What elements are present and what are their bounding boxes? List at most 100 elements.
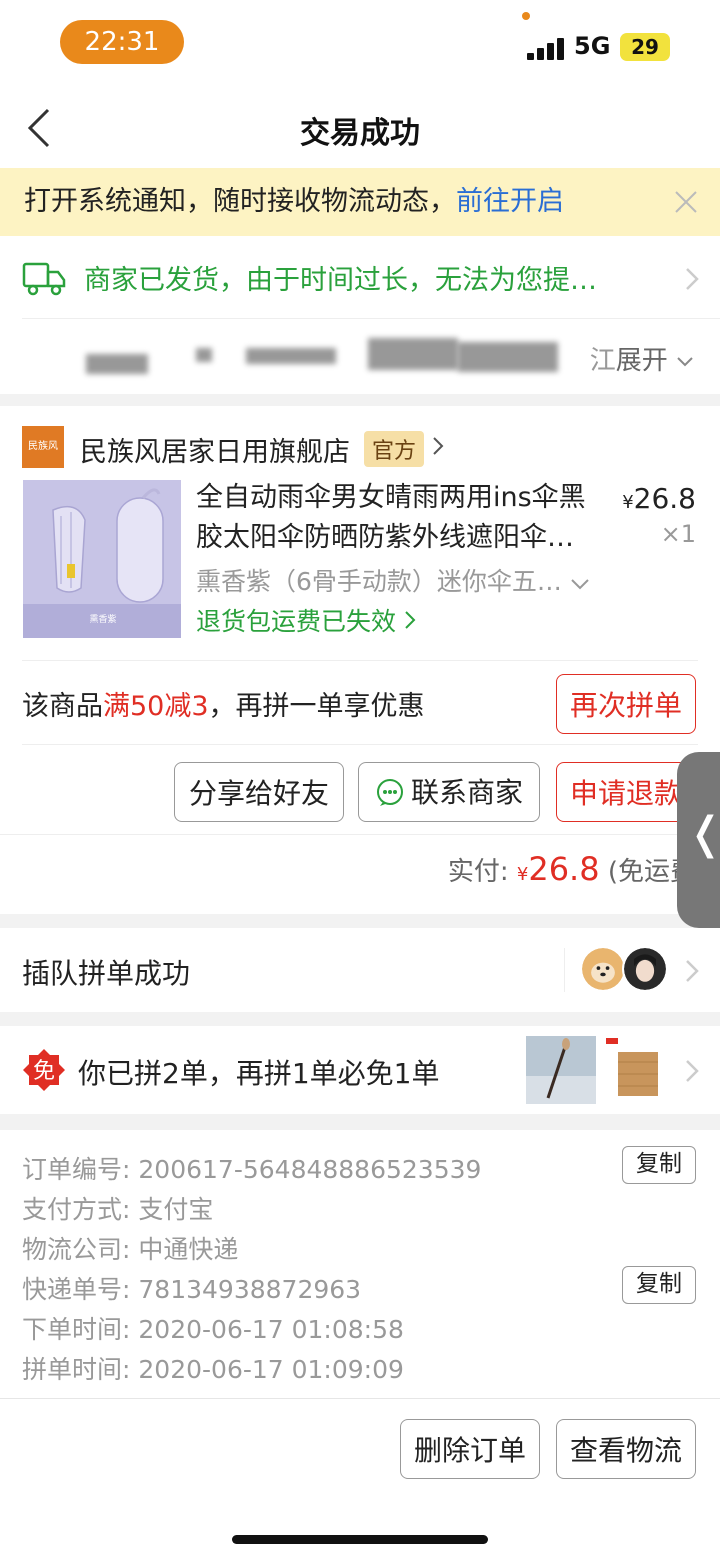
paid-currency: ¥ bbox=[516, 864, 529, 885]
order-number-row: 订单编号: 200617-564848886523539 bbox=[22, 1150, 481, 1186]
chevron-right-icon bbox=[686, 268, 699, 290]
regroup-button[interactable]: 再次拼单 bbox=[556, 674, 696, 734]
product-image-caption: 熏香紫 bbox=[89, 614, 116, 625]
signal-icon bbox=[527, 38, 567, 60]
divider bbox=[22, 318, 720, 319]
official-badge: 官方 bbox=[364, 431, 425, 467]
address-suffix: 江 bbox=[589, 346, 616, 376]
floating-side-handle[interactable]: ❬ bbox=[677, 752, 720, 928]
status-bar: 22:31 5G 29 bbox=[0, 0, 720, 86]
order-time: 2020-06-17 01:08:58 bbox=[138, 1315, 404, 1344]
payment-method-label: 支付方式: bbox=[22, 1195, 131, 1224]
chevron-right-icon bbox=[686, 960, 699, 982]
network-type: 5G bbox=[574, 32, 611, 60]
contact-label: 联系商家 bbox=[410, 776, 523, 809]
product-quantity: ×1 bbox=[660, 520, 696, 548]
divider bbox=[564, 948, 565, 992]
chevron-right-icon bbox=[405, 611, 416, 629]
free-deal-text: 你已拼2单，再拼1单必免1单 bbox=[78, 1057, 440, 1090]
copy-tracking-number-button[interactable]: 复制 bbox=[622, 1266, 696, 1304]
chevron-down-icon bbox=[571, 579, 589, 590]
logistics-section[interactable]: 商家已发货，由于时间过长，无法为您提… 江展开 bbox=[0, 236, 720, 394]
tracking-number-label: 快递单号: bbox=[22, 1275, 131, 1304]
order-card: 民族风 民族风居家日用旗舰店 官方 熏香紫 全自动雨伞男女晴雨两用ins伞黑胶太… bbox=[0, 406, 720, 914]
promo-suffix: ，再拼一单享优惠 bbox=[208, 691, 425, 722]
blurred-address bbox=[368, 338, 458, 370]
order-number-label: 订单编号: bbox=[22, 1155, 131, 1184]
product-thumbnail bbox=[602, 1036, 670, 1104]
payment-method-row: 支付方式: 支付宝 bbox=[22, 1190, 213, 1226]
page-title: 交易成功 bbox=[300, 116, 420, 151]
notification-banner: 打开系统通知，随时接收物流动态，前往开启 bbox=[0, 168, 720, 236]
order-info: 订单编号: 200617-564848886523539 复制 支付方式: 支付… bbox=[0, 1130, 720, 1400]
return-fee-text: 退货包运费已失效 bbox=[196, 607, 397, 636]
group-time: 2020-06-17 01:09:09 bbox=[138, 1355, 404, 1384]
order-time-label: 下单时间: bbox=[22, 1315, 131, 1344]
chevron-right-icon bbox=[686, 1060, 699, 1082]
courier: 中通快递 bbox=[138, 1235, 239, 1264]
shop-name: 民族风居家日用旗舰店 bbox=[80, 437, 350, 468]
divider bbox=[22, 660, 698, 661]
group-time-row: 拼单时间: 2020-06-17 01:09:09 bbox=[22, 1350, 404, 1386]
group-time-label: 拼单时间: bbox=[22, 1355, 131, 1384]
umbrella-image-icon: 熏香紫 bbox=[23, 480, 181, 638]
payment-method: 支付宝 bbox=[138, 1195, 214, 1224]
product-title[interactable]: 全自动雨伞男女晴雨两用ins伞黑胶太阳伞防晒防紫外线遮阳伞… bbox=[196, 478, 596, 558]
expand-button[interactable]: 江展开 bbox=[590, 340, 694, 377]
free-badge-text: 免 bbox=[33, 1059, 55, 1084]
blurred-address bbox=[458, 342, 558, 372]
blurred-address bbox=[246, 348, 336, 364]
recording-indicator bbox=[522, 12, 530, 20]
logistics-status: 商家已发货，由于时间过长，无法为您提… bbox=[84, 265, 597, 296]
product-spec-text: 熏香紫（6骨手动款）迷你伞五… bbox=[196, 567, 562, 596]
price-value: 26.8 bbox=[633, 482, 696, 515]
contact-merchant-button[interactable]: 联系商家 bbox=[358, 762, 540, 822]
copy-order-number-button[interactable]: 复制 bbox=[622, 1146, 696, 1184]
blurred-address bbox=[86, 354, 148, 374]
divider bbox=[0, 834, 720, 835]
promo-text: 该商品满50减3，再拼一单享优惠 bbox=[22, 684, 425, 723]
delete-order-button[interactable]: 删除订单 bbox=[400, 1419, 540, 1479]
product-price: ¥26.8 bbox=[622, 482, 696, 515]
free-badge: 免 bbox=[22, 1048, 66, 1092]
order-number: 200617-564848886523539 bbox=[138, 1155, 482, 1184]
free-badge-icon: 免 bbox=[23, 1049, 65, 1091]
refund-button[interactable]: 申请退款 bbox=[556, 762, 696, 822]
avatar bbox=[622, 946, 668, 992]
divider bbox=[22, 744, 698, 745]
promo-highlight: 满50减3 bbox=[103, 691, 209, 722]
paid-amount: 26.8 bbox=[528, 850, 600, 888]
free-deal-row[interactable]: 免 你已拼2单，再拼1单必免1单 bbox=[0, 1026, 720, 1114]
courier-label: 物流公司: bbox=[22, 1235, 131, 1264]
expand-label: 展开 bbox=[615, 346, 668, 376]
promo-prefix: 该商品 bbox=[22, 691, 103, 722]
blurred-address bbox=[196, 348, 212, 362]
order-time-row: 下单时间: 2020-06-17 01:08:58 bbox=[22, 1310, 404, 1346]
tracking-number: 78134938872963 bbox=[138, 1275, 362, 1304]
return-fee-note[interactable]: 退货包运费已失效 bbox=[196, 602, 416, 638]
chevron-left-icon: ❬ bbox=[687, 808, 720, 859]
truck-icon bbox=[22, 262, 66, 296]
avatar bbox=[580, 946, 626, 992]
battery-icon: 29 bbox=[620, 33, 670, 61]
address-row: 江展开 bbox=[0, 328, 720, 384]
chevron-down-icon bbox=[677, 356, 693, 366]
paid-amount-row: 实付: ¥26.8 (免运费 bbox=[448, 850, 696, 888]
paid-label: 实付: bbox=[447, 857, 509, 887]
close-icon[interactable] bbox=[674, 190, 698, 214]
tracking-number-row: 快递单号: 78134938872963 bbox=[22, 1270, 361, 1306]
chat-icon bbox=[376, 779, 403, 806]
price-currency: ¥ bbox=[622, 492, 634, 513]
shop-logo: 民族风 bbox=[22, 426, 64, 468]
group-success-text: 插队拼单成功 bbox=[22, 957, 191, 990]
nav-bar: 交易成功 bbox=[0, 86, 720, 168]
product-thumbnail bbox=[526, 1036, 596, 1104]
bottom-action-bar: 删除订单 查看物流 bbox=[0, 1398, 720, 1558]
view-logistics-button[interactable]: 查看物流 bbox=[556, 1419, 696, 1479]
product-image[interactable]: 熏香紫 bbox=[23, 480, 181, 638]
home-indicator[interactable] bbox=[232, 1535, 488, 1544]
enable-notification-link[interactable]: 前往开启 bbox=[456, 186, 564, 217]
group-success-row[interactable]: 插队拼单成功 bbox=[0, 928, 720, 1012]
share-button[interactable]: 分享给好友 bbox=[174, 762, 344, 822]
product-spec[interactable]: 熏香紫（6骨手动款）迷你伞五… bbox=[196, 562, 596, 598]
